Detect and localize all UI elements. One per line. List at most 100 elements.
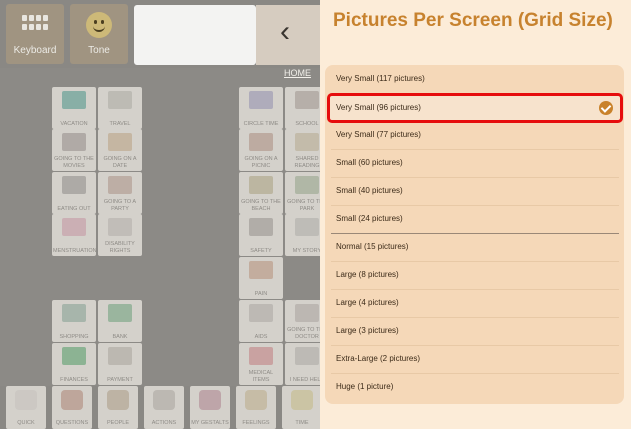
tile-picture-icon [108,304,132,322]
category-tile[interactable]: SHOPPING [52,300,96,342]
tile-picture-icon [249,261,273,279]
tone-label: Tone [88,45,110,56]
tile-label: AIDS [254,333,268,340]
keyboard-icon [22,15,48,31]
tile-picture-icon [249,91,273,109]
grid-size-option[interactable]: Huge (1 picture) [331,374,619,402]
tile-picture-icon [245,390,267,410]
tile-label: SAFETY [250,247,272,254]
grid-size-option[interactable]: Very Small (77 pictures) [331,122,619,150]
back-button[interactable]: ‹ [256,5,320,65]
tile-picture-icon [295,91,319,109]
tile-picture-icon [62,91,86,109]
option-label: Normal (15 pictures) [336,242,409,251]
bottom-category-tile[interactable]: MY GESTALTS [190,386,230,429]
tile-picture-icon [62,304,86,322]
grid-size-option[interactable]: Very Small (96 pictures) [327,93,623,123]
tile-picture-icon [295,218,319,236]
option-label: Small (60 pictures) [336,158,403,167]
tile-picture-icon [295,347,319,365]
option-label: Small (24 pictures) [336,214,403,223]
tile-picture-icon [249,304,273,322]
tile-label: GOING TO THE MOVIES [54,156,94,169]
tile-label: QUICK [17,420,35,426]
category-tile[interactable]: SAFETY [239,214,283,256]
category-tile[interactable]: PAIN [239,257,283,299]
option-label: Very Small (77 pictures) [336,130,421,139]
bottom-category-tile[interactable]: TIME [282,386,322,429]
tile-picture-icon [153,390,175,410]
tile-label: GOING ON A PICNIC [244,156,278,169]
home-link[interactable]: HOME [284,68,311,78]
tile-picture-icon [62,176,86,194]
category-tile[interactable]: AIDS [239,300,283,342]
tile-picture-icon [62,133,86,151]
bottom-category-tile[interactable]: PEOPLE [98,386,138,429]
option-label: Huge (1 picture) [336,382,394,391]
option-label: Extra-Large (2 pictures) [336,354,421,363]
option-label: Large (3 pictures) [336,326,399,335]
category-tile[interactable]: MENSTRUATION [52,214,96,256]
tile-label: MY GESTALTS [191,420,229,426]
keyboard-button[interactable]: Keyboard [6,4,64,64]
category-tile[interactable]: DISABILITY RIGHTS [98,214,142,256]
grid-size-option[interactable]: Small (24 pictures) [331,206,619,234]
tile-picture-icon [291,390,313,410]
category-tile[interactable]: GOING ON A PICNIC [239,129,283,171]
category-tile[interactable]: GOING TO THE MOVIES [52,129,96,171]
grid-size-option[interactable]: Extra-Large (2 pictures) [331,346,619,374]
tile-label: MENSTRUATION [53,247,96,254]
tile-label: PEOPLE [106,420,129,426]
bottom-category-tile[interactable]: ACTIONS [144,386,184,429]
tile-label: FEELINGS [242,420,270,426]
tile-label: BANK [112,333,128,340]
grid-size-option[interactable]: Small (40 pictures) [331,178,619,206]
category-tile[interactable]: PAYMENT [98,343,142,385]
grid-size-option[interactable]: Large (4 pictures) [331,290,619,318]
category-tile[interactable]: GOING TO A PARTY [98,172,142,214]
keyboard-label: Keyboard [13,45,57,56]
grid-size-option[interactable]: Large (8 pictures) [331,262,619,290]
bottom-category-tile[interactable]: QUICK [6,386,46,429]
grid-size-option[interactable]: Very Small (117 pictures) [331,66,619,94]
tile-label: GOING ON A DATE [103,156,137,169]
tile-label: PAIN [254,290,268,297]
grid-size-panel: Pictures Per Screen (Grid Size) Very Sma… [320,0,631,429]
tile-label: QUESTIONS [55,420,89,426]
grid-size-option[interactable]: Normal (15 pictures) [331,234,619,262]
category-tile[interactable]: GOING TO THE BEACH [239,172,283,214]
tile-picture-icon [249,218,273,236]
options-list: Very Small (117 pictures) Very Small (96 … [325,65,624,404]
tone-button[interactable]: Tone [70,4,128,64]
message-box[interactable] [134,5,256,65]
grid-size-option[interactable]: Large (3 pictures) [331,318,619,346]
tile-label: EATING OUT [57,205,91,212]
grid-size-option[interactable]: Small (60 pictures) [331,150,619,178]
tile-picture-icon [249,176,273,194]
bottom-category-tile[interactable]: QUESTIONS [52,386,92,429]
category-tile[interactable]: TRAVEL [98,87,142,129]
bottom-category-tile[interactable]: FEELINGS [236,386,276,429]
chevron-left-icon: ‹ [280,15,290,48]
tile-picture-icon [61,390,83,410]
category-tile[interactable]: BANK [98,300,142,342]
category-tile[interactable]: EATING OUT [52,172,96,214]
category-tile[interactable]: VACATION [52,87,96,129]
tile-label: TRAVEL [109,120,131,127]
tile-picture-icon [108,218,132,236]
tile-picture-icon [295,176,319,194]
option-label: Very Small (96 pictures) [336,103,421,112]
panel-title: Pictures Per Screen (Grid Size) [333,10,613,31]
tile-label: MEDICAL ITEMS [248,370,274,383]
tile-picture-icon [295,304,319,322]
category-tile[interactable]: CIRCLE TIME [239,87,283,129]
tile-label: PAYMENT [107,376,133,383]
category-tile[interactable]: MEDICAL ITEMS [239,343,283,385]
category-tile[interactable]: GOING ON A DATE [98,129,142,171]
category-tile[interactable]: FINANCES [52,343,96,385]
tile-picture-icon [199,390,221,410]
tile-picture-icon [108,133,132,151]
tile-picture-icon [15,390,37,410]
option-label: Small (40 pictures) [336,186,403,195]
tile-label: VACATION [60,120,88,127]
